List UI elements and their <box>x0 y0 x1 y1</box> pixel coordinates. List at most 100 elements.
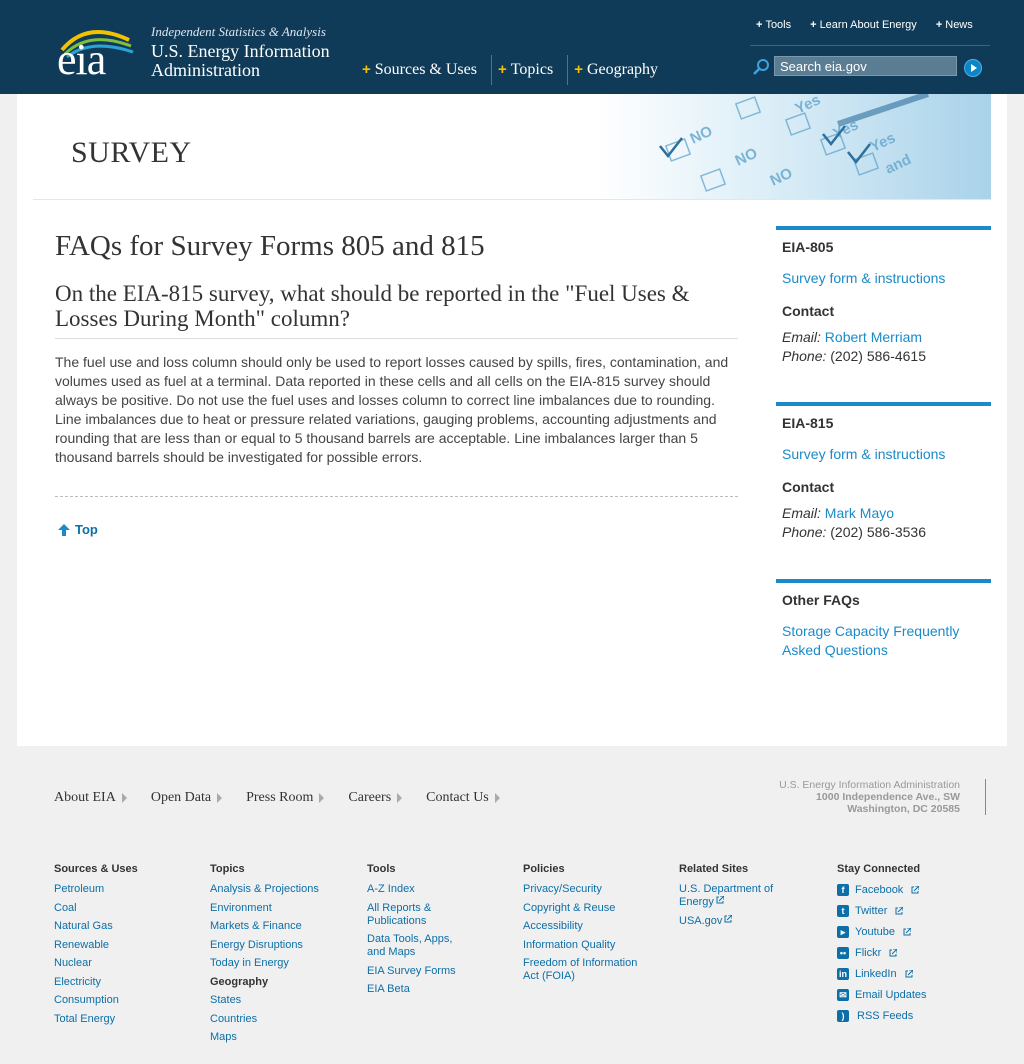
divider <box>55 496 738 497</box>
footer-link[interactable]: Energy Disruptions <box>210 939 360 952</box>
footer-link[interactable]: Natural Gas <box>54 920 204 933</box>
arrow-right-icon <box>397 793 403 803</box>
footer-careers[interactable]: Careers <box>348 790 403 806</box>
social-youtube[interactable]: ▸ Youtube <box>837 925 957 938</box>
external-link-icon <box>903 927 911 935</box>
eia805-form-link[interactable]: Survey form & instructions <box>782 269 985 288</box>
social-email-updates[interactable]: ✉ Email Updates <box>837 988 957 1001</box>
footer-link[interactable]: Countries <box>210 1013 360 1026</box>
social-flickr[interactable]: •• Flickr <box>837 946 957 959</box>
footer-link[interactable]: Privacy/Security <box>523 883 653 896</box>
footer-link[interactable]: All Reports & Publications <box>367 902 467 928</box>
nav-label: Topics <box>510 61 554 78</box>
footer-link[interactable]: U.S. Department of Energy <box>679 883 789 909</box>
faq-answer: The fuel use and loss column should only… <box>55 354 729 465</box>
site-header: eia Independent Statistics & Analysis U.… <box>0 0 1024 94</box>
linkedin-icon: in <box>837 967 849 980</box>
footer-link[interactable]: Total Energy <box>54 1013 204 1026</box>
footer-about-eia[interactable]: About EIA <box>54 790 127 806</box>
util-tools[interactable]: + Tools <box>756 19 791 31</box>
footer-link[interactable]: Nuclear <box>54 957 204 970</box>
back-to-top-link[interactable]: Top <box>58 522 98 537</box>
email-link[interactable]: Robert Merriam <box>825 329 922 345</box>
youtube-icon: ▸ <box>837 925 849 938</box>
social-facebook[interactable]: f Facebook <box>837 883 957 896</box>
footer-link[interactable]: Copyright & Reuse <box>523 902 653 915</box>
nav-topics[interactable]: + Topics <box>492 55 569 85</box>
twitter-icon: t <box>837 904 849 917</box>
footer-link[interactable]: Renewable <box>54 939 204 952</box>
survey-checkbox-image: NO NO NO Yes Yes Yes and <box>598 94 991 199</box>
sidebar-other-faqs: Other FAQs Storage Capacity Frequently A… <box>776 579 991 660</box>
social-label: Flickr <box>855 946 882 959</box>
main-nav: + Sources & Uses + Topics + Geography <box>356 55 672 85</box>
footer-link[interactable]: A-Z Index <box>367 883 467 896</box>
footer-link[interactable]: Data Tools, Apps, and Maps <box>367 933 467 959</box>
flickr-icon: •• <box>837 946 849 959</box>
contact-heading: Contact <box>782 303 835 319</box>
footer-link[interactable]: States <box>210 994 360 1007</box>
footer-heading: Topics <box>210 863 245 875</box>
arrow-up-icon <box>58 523 70 536</box>
footer-heading: Policies <box>523 863 565 875</box>
search-submit-button[interactable] <box>964 59 982 77</box>
address-line: Washington, DC 20585 <box>847 803 960 815</box>
eia815-form-link[interactable]: Survey form & instructions <box>782 445 985 464</box>
social-linkedin[interactable]: in LinkedIn <box>837 967 957 980</box>
phone-label: Phone: <box>782 524 827 540</box>
arrow-right-icon <box>121 793 127 803</box>
footer-link[interactable]: EIA Beta <box>367 983 467 996</box>
footer-link[interactable]: Today in Energy <box>210 957 360 970</box>
storage-capacity-faq-link[interactable]: Storage Capacity Frequently Asked Questi… <box>782 622 985 660</box>
footer-link[interactable]: Accessibility <box>523 920 653 933</box>
footer-open-data[interactable]: Open Data <box>151 790 223 806</box>
footer-link[interactable]: Coal <box>54 902 204 915</box>
divider <box>750 45 990 46</box>
nav-geography[interactable]: + Geography <box>568 55 672 85</box>
faq-content: FAQs for Survey Forms 805 and 815 On the… <box>55 229 738 467</box>
contact-email: Email: Mark Mayo <box>782 504 985 523</box>
nav-label: Geography <box>586 61 659 78</box>
nav-sources-uses[interactable]: + Sources & Uses <box>356 55 492 85</box>
address-line: U.S. Energy Information Administration <box>779 779 960 791</box>
phone-number: (202) 586-4615 <box>830 348 927 364</box>
footer-link[interactable]: Environment <box>210 902 360 915</box>
util-learn-about-energy[interactable]: + Learn About Energy <box>810 19 917 31</box>
footer-link[interactable]: Markets & Finance <box>210 920 360 933</box>
footer-press-room[interactable]: Press Room <box>246 790 325 806</box>
footer-link-label: USA.gov <box>679 914 723 927</box>
footer-heading: Stay Connected <box>837 863 921 875</box>
footer-col-connected: Stay Connected f Facebook t Twitter ▸ Youtu… <box>837 863 957 1030</box>
footer-link-label: U.S. Department of Energy <box>679 883 774 908</box>
footer-nav: About EIA Open Data Press Room Careers C… <box>54 790 524 806</box>
footer-link[interactable]: Information Quality <box>523 939 653 952</box>
footer-nav-label: Press Room <box>246 790 314 805</box>
footer-contact-us[interactable]: Contact Us <box>426 790 500 806</box>
email-link[interactable]: Mark Mayo <box>825 505 894 521</box>
nav-label: Sources & Uses <box>374 61 477 78</box>
phone-number: (202) 586-3536 <box>830 524 927 540</box>
search-input[interactable] <box>774 56 957 76</box>
footer-link[interactable]: EIA Survey Forms <box>367 965 467 978</box>
arrow-right-icon <box>217 793 223 803</box>
external-link-icon <box>889 948 898 956</box>
divider <box>985 779 986 815</box>
footer-link[interactable]: Freedom of Information Act (FOIA) <box>523 957 653 983</box>
social-rss[interactable]: ) RSS Feeds <box>837 1009 957 1022</box>
address-line: 1000 Independence Ave., SW <box>816 791 960 803</box>
util-label: News <box>945 19 973 31</box>
footer-link[interactable]: Consumption <box>54 994 204 1007</box>
util-news[interactable]: + News <box>936 19 973 31</box>
logo-text[interactable]: eia <box>57 38 106 82</box>
footer-link[interactable]: Electricity <box>54 976 204 989</box>
social-label: Facebook <box>855 883 904 896</box>
footer-link[interactable]: Petroleum <box>54 883 204 896</box>
search-icon <box>753 59 769 75</box>
footer-link[interactable]: Maps <box>210 1031 360 1044</box>
social-twitter[interactable]: t Twitter <box>837 904 957 917</box>
footer-nav-label: About EIA <box>54 790 116 805</box>
org-name[interactable]: U.S. Energy Information Administration <box>151 42 351 80</box>
footer-link[interactable]: Analysis & Projections <box>210 883 360 896</box>
footer-link[interactable]: USA.gov <box>679 914 789 928</box>
social-label: Twitter <box>855 904 888 917</box>
